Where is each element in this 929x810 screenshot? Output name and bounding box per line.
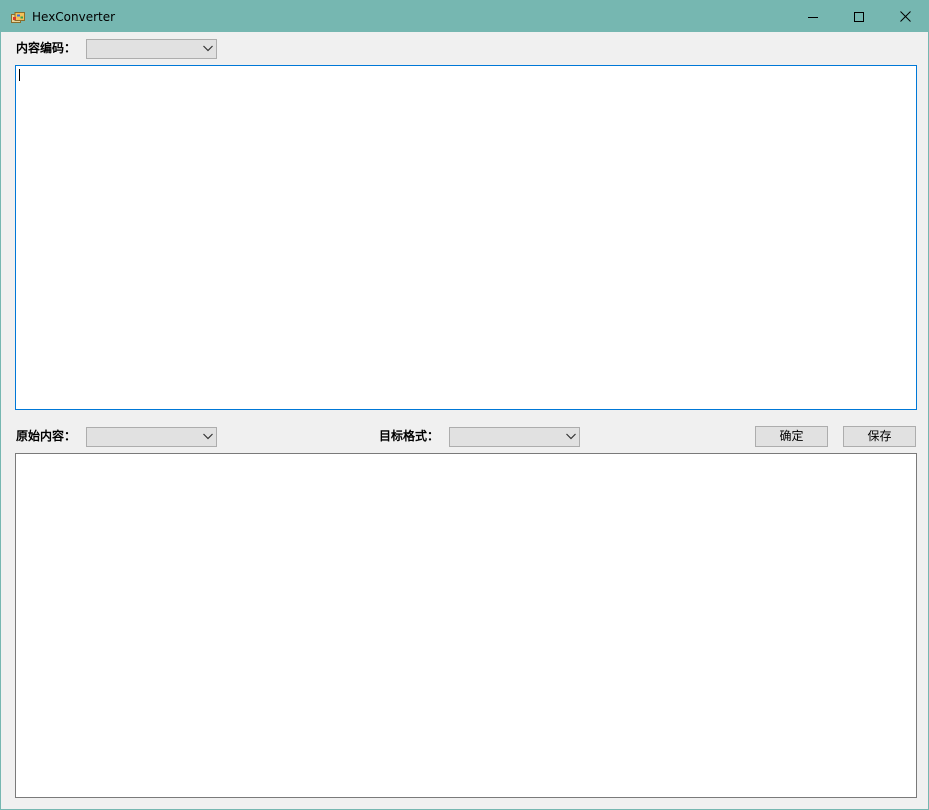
close-icon bbox=[899, 11, 911, 22]
encoding-label: 内容编码： bbox=[16, 41, 77, 55]
input-textarea[interactable] bbox=[15, 65, 917, 410]
maximize-button[interactable] bbox=[836, 1, 882, 32]
source-dropdown[interactable] bbox=[86, 427, 217, 447]
window-title: HexConverter bbox=[32, 10, 116, 24]
confirm-button[interactable]: 确定 bbox=[755, 426, 828, 447]
save-button[interactable]: 保存 bbox=[843, 426, 916, 447]
chevron-down-icon bbox=[203, 45, 213, 52]
maximize-icon bbox=[854, 11, 864, 22]
close-button[interactable] bbox=[882, 1, 928, 32]
minimize-button[interactable] bbox=[790, 1, 836, 32]
source-label: 原始内容： bbox=[16, 429, 77, 443]
app-icon bbox=[11, 10, 25, 23]
chevron-down-icon bbox=[203, 433, 213, 440]
app-window: HexConverter 内容编码： 原始内容： 目标格式： 确定 保存 bbox=[0, 0, 929, 810]
target-format-label: 目标格式： bbox=[379, 429, 440, 443]
minimize-icon bbox=[808, 16, 818, 18]
output-textarea[interactable] bbox=[15, 453, 917, 798]
encoding-dropdown[interactable] bbox=[86, 39, 217, 59]
target-format-dropdown[interactable] bbox=[449, 427, 580, 447]
chevron-down-icon bbox=[566, 433, 576, 440]
text-caret bbox=[19, 69, 20, 81]
title-bar[interactable]: HexConverter bbox=[1, 1, 928, 32]
